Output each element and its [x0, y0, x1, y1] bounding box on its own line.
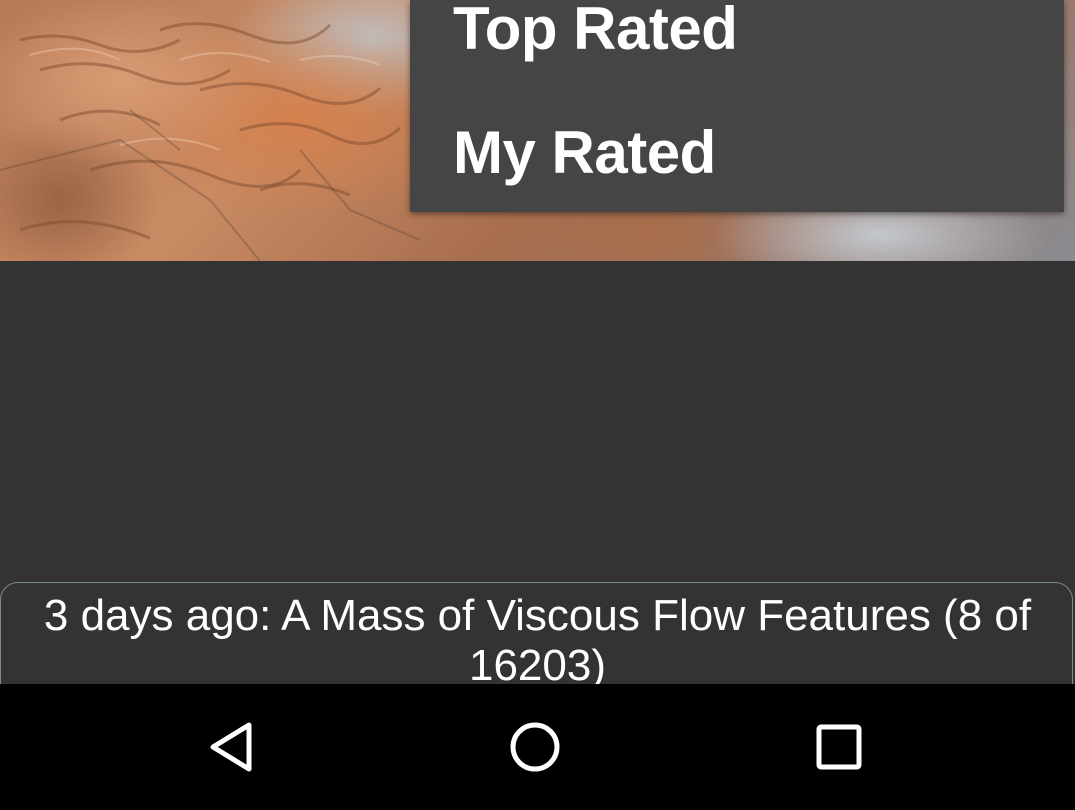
- back-button[interactable]: [173, 684, 293, 810]
- recents-icon: [816, 724, 862, 770]
- home-icon: [510, 722, 560, 772]
- image-caption: 3 days ago: A Mass of Viscous Flow Featu…: [43, 591, 1032, 690]
- home-button[interactable]: [475, 684, 595, 810]
- navigation-bar: [0, 684, 1075, 810]
- overflow-menu: Top Rated My Rated: [410, 0, 1064, 212]
- back-icon: [210, 722, 252, 772]
- menu-item-top-rated[interactable]: Top Rated: [453, 0, 738, 63]
- recents-button[interactable]: [779, 684, 899, 810]
- screen: Top Rated My Rated 3 days ago: A Mass of…: [0, 0, 1075, 810]
- menu-item-my-rated[interactable]: My Rated: [453, 118, 716, 187]
